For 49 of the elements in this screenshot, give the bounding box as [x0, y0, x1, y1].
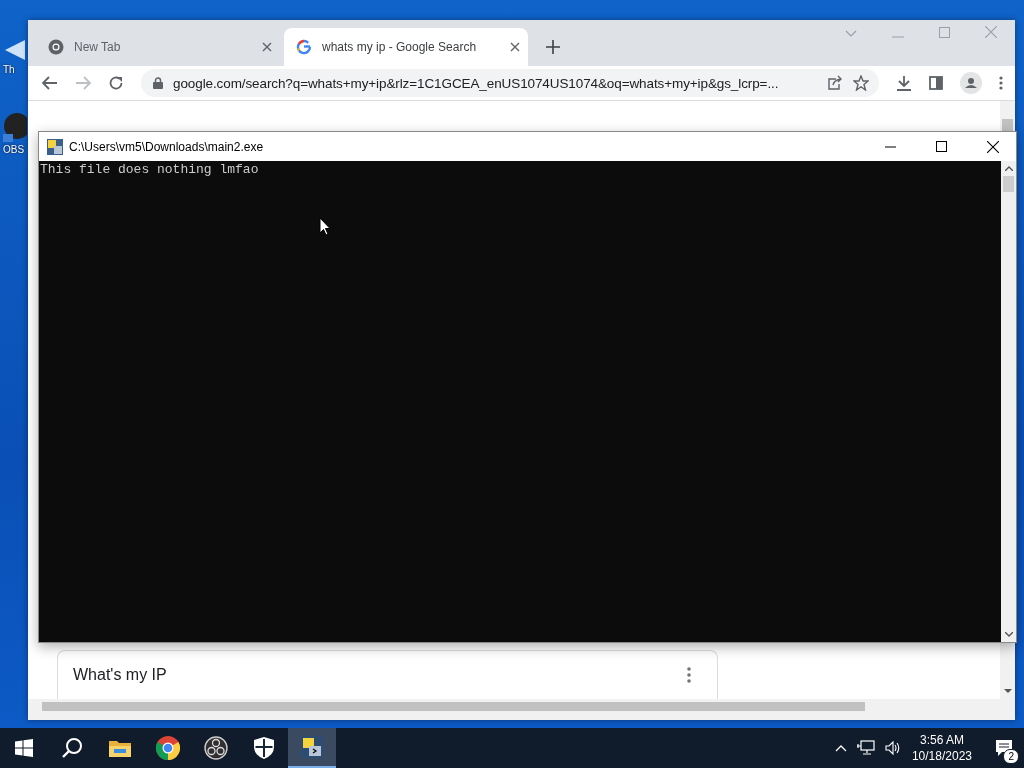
- search-logo-icon: [296, 39, 312, 55]
- close-icon[interactable]: [987, 140, 999, 153]
- scrollbar-thumb[interactable]: [1003, 176, 1014, 192]
- share-icon[interactable]: [827, 75, 843, 91]
- shortcut-icon[interactable]: [3, 38, 27, 62]
- network-icon[interactable]: [856, 740, 875, 756]
- windows-icon: [15, 739, 33, 757]
- side-panel-icon[interactable]: [929, 76, 943, 90]
- circles-icon: [204, 736, 228, 760]
- new-tab-icon[interactable]: [546, 40, 560, 54]
- address-bar[interactable]: google.com/search?q=whats+my+ip&rlz=1C1GCEA_enUS1074US1074&oq=whats+my+ip&gs_lcrp=...: [141, 69, 879, 97]
- clock-time[interactable]: 3:56 AM: [919, 732, 964, 748]
- download-icon[interactable]: [896, 75, 912, 91]
- scroll-down-icon[interactable]: [1004, 632, 1013, 637]
- app-icon[interactable]: [3, 112, 27, 142]
- menu-icon[interactable]: [999, 76, 1003, 90]
- shield-icon: [254, 737, 274, 759]
- clock-date[interactable]: 10/18/2023: [911, 748, 972, 764]
- browser-icon: [156, 736, 180, 760]
- lock-icon: [153, 77, 163, 89]
- maximize-icon[interactable]: [936, 141, 947, 152]
- desktop-icon-label: Th: [3, 64, 15, 75]
- more-icon[interactable]: [687, 667, 691, 683]
- window-title: C:\Users\vm5\Downloads\main2.exe: [69, 139, 264, 154]
- cursor-icon: [319, 217, 331, 236]
- terminal-icon: [301, 736, 323, 758]
- volume-icon[interactable]: [884, 741, 901, 755]
- console-output: This file does nothing lmfao: [40, 162, 260, 177]
- browser-tab[interactable]: whats my ip - Google Search: [284, 28, 528, 66]
- reload-icon[interactable]: [108, 75, 124, 91]
- scroll-down-icon[interactable]: [1003, 689, 1012, 694]
- card-title: What's my IP: [73, 666, 167, 684]
- scroll-up-icon[interactable]: [1004, 166, 1013, 171]
- desktop-icon-label: OBS: [3, 144, 25, 155]
- minimize-icon[interactable]: [885, 145, 896, 148]
- notification-count: 2: [1003, 749, 1019, 764]
- close-icon[interactable]: [510, 42, 520, 52]
- star-icon[interactable]: [853, 75, 869, 91]
- search-icon: [61, 737, 83, 759]
- browser-tab[interactable]: New Tab: [36, 28, 280, 66]
- folder-icon: [109, 739, 131, 757]
- browser-icon: [48, 39, 64, 55]
- python-taskbar-button[interactable]: [288, 728, 336, 768]
- back-icon[interactable]: [42, 76, 58, 90]
- profile-icon[interactable]: [960, 72, 982, 94]
- chevron-up-icon[interactable]: [834, 744, 847, 752]
- scrollbar[interactable]: [1001, 161, 1016, 642]
- python-icon: [47, 138, 63, 155]
- scrollbar[interactable]: [28, 699, 1015, 720]
